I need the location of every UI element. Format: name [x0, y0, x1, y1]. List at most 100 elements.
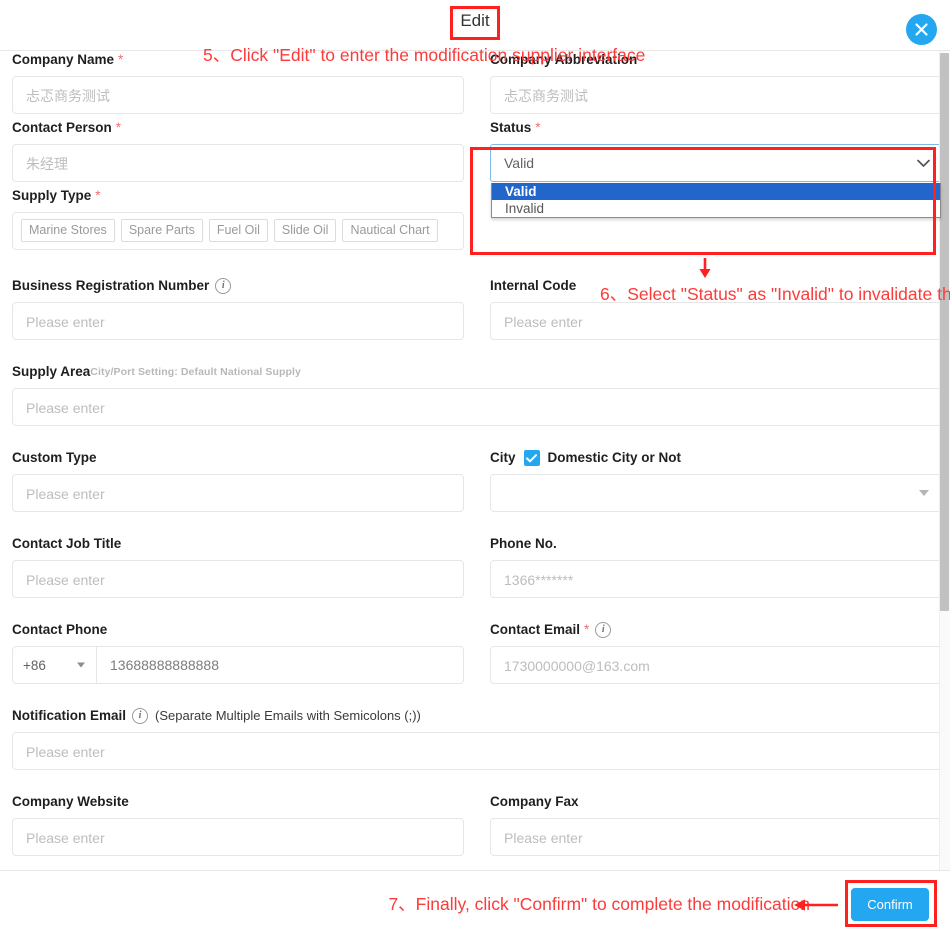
status-option-invalid[interactable]: Invalid: [492, 200, 940, 217]
notification-email-hint: (Separate Multiple Emails with Semicolon…: [155, 708, 421, 723]
contact-phone-group: +86 13688888888888: [12, 646, 464, 684]
field-custom-type: Custom Type Please enter: [12, 449, 464, 512]
form-col: Notification Email i (Separate Multiple …: [12, 707, 942, 775]
form-row: Company Website Please enter Company Fax…: [0, 793, 942, 861]
company-abbreviation-input[interactable]: 忐忑商务测试: [490, 76, 942, 114]
city-select[interactable]: [490, 474, 942, 512]
dialog-title-text: Edit: [460, 11, 490, 30]
field-contact-person: Contact Person * 朱经理: [12, 119, 464, 182]
dialog-header: Edit: [0, 0, 950, 50]
supply-type-tag[interactable]: Marine Stores: [21, 219, 115, 242]
form-col: Company Fax Please enter: [490, 793, 942, 861]
label-text: Notification Email: [12, 708, 127, 723]
field-contact-email: Contact Email * i 1730000000@163.com: [490, 621, 942, 684]
supply-type-tag[interactable]: Nautical Chart: [342, 219, 438, 242]
label-contact-phone: Contact Phone: [12, 621, 464, 639]
contact-phone-input[interactable]: 13688888888888: [97, 647, 463, 683]
label-company-name: Company Name *: [12, 51, 464, 69]
confirm-button[interactable]: Confirm: [851, 888, 929, 921]
label-text: Supply Area: [12, 364, 91, 379]
form-col: Supply Area City/Port Setting: Default N…: [12, 363, 942, 431]
scrollbar-thumb[interactable]: [940, 53, 949, 611]
required-marker: *: [584, 622, 590, 637]
notification-email-input[interactable]: Please enter: [12, 732, 942, 770]
supply-area-sublabel: City/Port Setting: Default National Supp…: [90, 366, 301, 378]
form-row: Contact Person * 朱经理 Status * Valid Vali…: [0, 119, 942, 218]
form-col: Contact Person * 朱经理: [12, 119, 464, 187]
field-notification-email: Notification Email i (Separate Multiple …: [12, 707, 942, 770]
status-select[interactable]: Valid Valid Invalid: [490, 144, 942, 218]
contact-email-input[interactable]: 1730000000@163.com: [490, 646, 942, 684]
form-col: Internal Code Please enter: [490, 277, 942, 345]
label-company-fax: Company Fax: [490, 793, 942, 811]
label-text: Company Website: [12, 794, 129, 809]
form-col: Company Website Please enter: [12, 793, 464, 861]
field-company-abbreviation: Company Abbreviation 忐忑商务测试: [490, 51, 942, 114]
form-col: Business Registration Number i Please en…: [12, 277, 464, 345]
dialog-footer: Confirm: [0, 870, 950, 933]
contact-job-title-input[interactable]: Please enter: [12, 560, 464, 598]
field-business-registration-number: Business Registration Number i Please en…: [12, 277, 464, 340]
caret-down-icon: [77, 662, 85, 668]
field-contact-phone: Contact Phone +86 13688888888888: [12, 621, 464, 684]
field-supply-type: Supply Type * Marine Stores Spare Parts …: [12, 187, 464, 250]
label-text: Company Name: [12, 52, 115, 67]
custom-type-input[interactable]: Please enter: [12, 474, 464, 512]
label-text: Status: [490, 120, 532, 135]
business-registration-number-input[interactable]: Please enter: [12, 302, 464, 340]
supply-type-tag[interactable]: Spare Parts: [120, 219, 203, 242]
form-col: Contact Job Title Please enter: [12, 535, 464, 603]
info-icon[interactable]: i: [132, 708, 149, 724]
status-option-valid[interactable]: Valid: [492, 183, 940, 200]
field-city: City Domestic City or Not: [490, 449, 942, 512]
field-phone-no: Phone No. 1366*******: [490, 535, 942, 598]
country-code-select[interactable]: +86: [13, 647, 97, 683]
phone-no-input[interactable]: 1366*******: [490, 560, 942, 598]
label-supply-area: Supply Area City/Port Setting: Default N…: [12, 363, 942, 381]
info-icon[interactable]: i: [595, 622, 612, 638]
label-text: Contact Job Title: [12, 536, 122, 551]
internal-code-input[interactable]: Please enter: [490, 302, 942, 340]
label-text: Contact Person: [12, 120, 112, 135]
status-select-value: Valid: [504, 155, 535, 171]
domestic-city-checkbox[interactable]: [523, 450, 540, 466]
form-col: Phone No. 1366*******: [490, 535, 942, 603]
label-company-abbreviation: Company Abbreviation: [490, 51, 942, 69]
supply-type-tagbox[interactable]: Marine Stores Spare Parts Fuel Oil Slide…: [12, 212, 464, 250]
label-text: Phone No.: [490, 536, 557, 551]
info-icon[interactable]: i: [215, 278, 232, 294]
form-row: Business Registration Number i Please en…: [0, 277, 942, 345]
contact-person-input[interactable]: 朱经理: [12, 144, 464, 182]
form-row: Custom Type Please enter City Domestic C…: [0, 449, 942, 517]
field-company-name: Company Name * 忐忑商务测试: [12, 51, 464, 114]
supplier-form: Company Name * 忐忑商务测试 Company Abbreviati…: [0, 51, 942, 861]
company-fax-input[interactable]: Please enter: [490, 818, 942, 856]
field-company-fax: Company Fax Please enter: [490, 793, 942, 856]
page-title: Edit: [0, 9, 950, 33]
label-supply-type: Supply Type *: [12, 187, 464, 205]
label-text: Custom Type: [12, 450, 97, 465]
edit-supplier-dialog: Edit Company Name * 忐忑商务测试 Company Abbre…: [0, 0, 950, 933]
form-col: Custom Type Please enter: [12, 449, 464, 517]
vertical-scrollbar[interactable]: [939, 51, 950, 870]
field-company-website: Company Website Please enter: [12, 793, 464, 856]
supply-type-tag[interactable]: Fuel Oil: [208, 219, 268, 242]
label-company-website: Company Website: [12, 793, 464, 811]
field-supply-area: Supply Area City/Port Setting: Default N…: [12, 363, 942, 426]
supply-type-tag[interactable]: Slide Oil: [273, 219, 337, 242]
company-name-input[interactable]: 忐忑商务测试: [12, 76, 464, 114]
label-text: Contact Email: [490, 622, 581, 637]
close-icon[interactable]: [906, 14, 937, 45]
label-custom-type: Custom Type: [12, 449, 464, 467]
label-text: City: [490, 450, 516, 465]
form-col: Status * Valid Valid Invalid: [490, 119, 942, 218]
required-marker: *: [118, 52, 124, 67]
supply-area-input[interactable]: Please enter: [12, 388, 942, 426]
label-city: City Domestic City or Not: [490, 449, 942, 467]
chevron-down-icon: [917, 145, 930, 181]
company-website-input[interactable]: Please enter: [12, 818, 464, 856]
form-row: Company Name * 忐忑商务测试 Company Abbreviati…: [0, 51, 942, 119]
form-col: Contact Phone +86 13688888888888: [12, 621, 464, 689]
required-marker: *: [95, 188, 101, 203]
label-internal-code: Internal Code: [490, 277, 942, 295]
